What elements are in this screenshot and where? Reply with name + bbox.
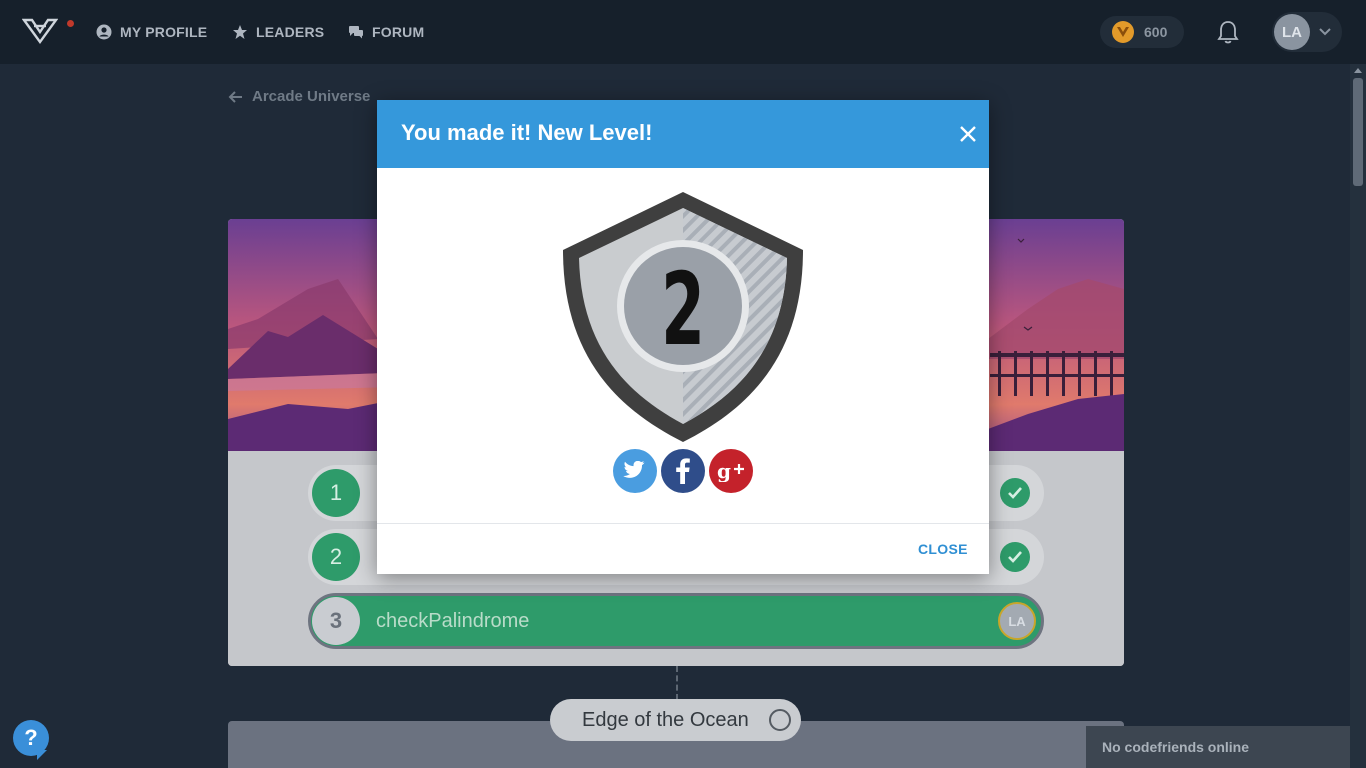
chat-status-bar[interactable]: No codefriends online bbox=[1086, 726, 1366, 768]
google-plus-icon: g bbox=[717, 460, 744, 482]
user-circle-icon bbox=[96, 24, 112, 40]
level-number: 2 bbox=[661, 252, 705, 368]
svg-text:g: g bbox=[717, 460, 731, 482]
status-circle-icon bbox=[769, 709, 791, 731]
avatar: LA bbox=[998, 602, 1036, 640]
google-plus-share-button[interactable]: g bbox=[709, 449, 753, 493]
chat-status: No codefriends online bbox=[1102, 739, 1250, 755]
level-shield-badge: 2 bbox=[563, 192, 803, 442]
level-up-modal: You made it! New Level! 2 g CLOSE bbox=[377, 100, 989, 574]
back-link-label: Arcade Universe bbox=[252, 88, 371, 105]
close-button[interactable]: CLOSE bbox=[918, 541, 968, 557]
twitter-share-button[interactable] bbox=[613, 449, 657, 493]
nav-forum[interactable]: FORUM bbox=[348, 22, 424, 42]
next-section-pill[interactable]: Edge of the Ocean bbox=[550, 699, 801, 741]
avatar: LA bbox=[1274, 14, 1310, 50]
coins-counter[interactable]: 600 bbox=[1100, 16, 1184, 48]
top-navigation-bar: MY PROFILE LEADERS FORUM 600 LA bbox=[0, 0, 1366, 64]
back-link[interactable]: Arcade Universe bbox=[228, 88, 370, 105]
path-connector bbox=[676, 666, 678, 700]
task-number: 3 bbox=[312, 597, 360, 645]
bell-icon[interactable] bbox=[1214, 18, 1242, 46]
task-item-active[interactable]: 3 checkPalindrome LA bbox=[308, 593, 1044, 649]
nav-my-profile-label: MY PROFILE bbox=[120, 24, 208, 40]
chevron-down-icon bbox=[1319, 28, 1331, 36]
checkmark-icon bbox=[1000, 542, 1030, 572]
next-section-label: Edge of the Ocean bbox=[582, 708, 749, 731]
nav-forum-label: FORUM bbox=[372, 24, 425, 40]
forum-icon bbox=[349, 26, 363, 39]
scrollbar[interactable] bbox=[1350, 64, 1366, 768]
facebook-share-button[interactable] bbox=[661, 449, 705, 493]
checkmark-icon bbox=[1000, 478, 1030, 508]
nav-leaders[interactable]: LEADERS bbox=[232, 22, 324, 42]
modal-title: You made it! New Level! bbox=[401, 120, 653, 145]
coin-icon bbox=[1112, 21, 1134, 43]
nav-my-profile[interactable]: MY PROFILE bbox=[96, 22, 207, 42]
coins-value: 600 bbox=[1144, 24, 1168, 40]
nav-leaders-label: LEADERS bbox=[256, 24, 325, 40]
codesignal-logo[interactable] bbox=[22, 16, 58, 46]
scroll-up-arrow[interactable] bbox=[1354, 68, 1362, 73]
task-number: 1 bbox=[312, 469, 360, 517]
arrow-left-icon bbox=[228, 90, 242, 103]
user-menu[interactable]: LA bbox=[1272, 12, 1342, 52]
facebook-icon bbox=[676, 458, 690, 484]
star-icon bbox=[233, 25, 247, 39]
task-number: 2 bbox=[312, 533, 360, 581]
close-icon[interactable] bbox=[959, 125, 977, 143]
scroll-thumb[interactable] bbox=[1353, 78, 1363, 186]
help-button[interactable]: ? bbox=[13, 720, 49, 760]
task-name: checkPalindrome bbox=[376, 610, 530, 632]
twitter-icon bbox=[623, 461, 645, 478]
modal-header: You made it! New Level! bbox=[377, 100, 989, 168]
notification-dot bbox=[67, 20, 74, 27]
modal-divider bbox=[377, 523, 989, 524]
